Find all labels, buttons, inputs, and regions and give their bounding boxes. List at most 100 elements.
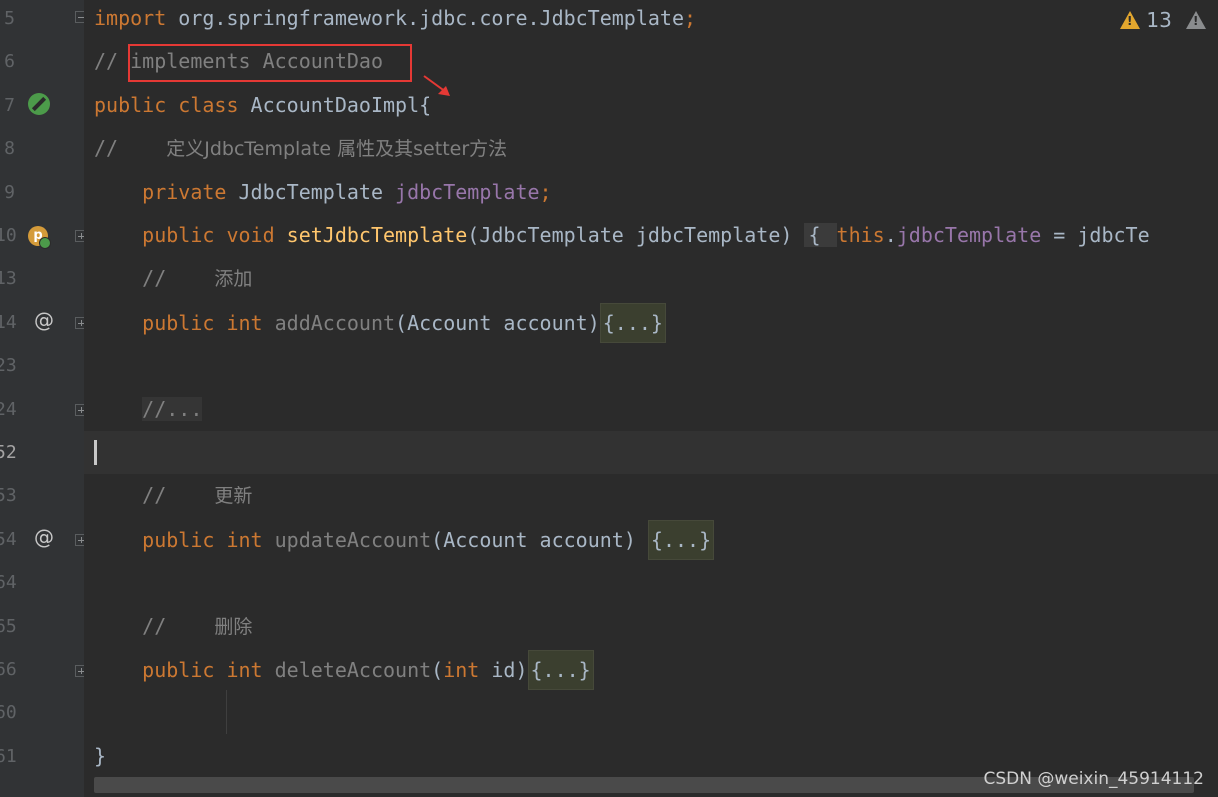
line-number[interactable]: 8 <box>0 127 15 170</box>
code-token: import <box>94 6 167 30</box>
code-token: int <box>443 658 492 682</box>
code-token: public int <box>142 310 275 335</box>
line-number[interactable]: 9 <box>0 171 15 214</box>
code-token: 更新 <box>214 485 253 508</box>
folded-code-block[interactable]: {...} <box>527 650 594 690</box>
property-injection-icon[interactable]: p <box>28 226 51 249</box>
code-token: // <box>142 613 215 638</box>
code-token: AccountDaoImpl <box>250 92 420 117</box>
code-text: // 添加 <box>94 257 252 300</box>
code-token: setJdbcTemplate <box>286 223 468 247</box>
code-line[interactable] <box>84 344 1218 387</box>
code-line[interactable]: // 添加 <box>84 257 1218 300</box>
code-line[interactable]: public int updateAccount(Account account… <box>84 518 1218 561</box>
code-line[interactable] <box>84 561 1218 604</box>
line-number[interactable]: 65 <box>0 605 17 648</box>
code-token: JdbcTemplate <box>238 179 396 204</box>
override-annotation-icon[interactable]: @ <box>34 525 54 549</box>
code-token: // <box>94 136 167 161</box>
code-line[interactable]: public int addAccount(Account account) {.… <box>84 301 1218 344</box>
line-number[interactable]: 5 <box>0 0 15 40</box>
brace-highlight: { <box>804 223 837 247</box>
code-line[interactable]: public class AccountDaoImpl{ <box>84 84 1218 127</box>
code-token: // <box>142 483 215 508</box>
text-caret <box>94 440 97 465</box>
line-number[interactable]: 23 <box>0 344 17 387</box>
code-token: public int <box>142 527 275 552</box>
warning-count: 13 <box>1146 8 1172 32</box>
code-token: ; <box>539 179 552 204</box>
code-line[interactable]: // 更新 <box>84 474 1218 517</box>
code-token: jdbcTemplate <box>395 179 540 204</box>
code-line[interactable]: //... <box>84 388 1218 431</box>
code-token: this <box>836 223 885 247</box>
code-token: deleteAccount <box>274 658 432 682</box>
override-annotation-icon[interactable]: @ <box>34 308 54 332</box>
code-token: public void <box>142 223 287 247</box>
code-text: public class AccountDaoImpl{ <box>94 84 431 127</box>
line-number[interactable]: 66 <box>0 648 17 691</box>
code-text: } <box>94 735 106 778</box>
folded-code-block[interactable]: {...} <box>599 302 666 343</box>
code-token: = jdbcTe <box>1041 223 1150 247</box>
code-token: ; <box>684 6 697 30</box>
folded-code-block[interactable]: {...} <box>647 519 715 560</box>
code-token: id) <box>491 658 528 682</box>
code-text: public int addAccount(Account account) {.… <box>94 301 666 344</box>
line-number[interactable]: 52 <box>0 431 17 474</box>
code-text: public int deleteAccount(int id) {...} <box>94 648 594 691</box>
code-text: private JdbcTemplate jdbcTemplate; <box>94 171 552 214</box>
code-text: // 删除 <box>94 605 252 648</box>
warnings-indicator[interactable]: 13 <box>1120 8 1172 32</box>
code-token: private <box>142 179 239 204</box>
code-token: public class <box>94 92 251 117</box>
weak-warnings-indicator[interactable] <box>1186 8 1206 32</box>
line-number[interactable]: 61 <box>0 735 17 778</box>
code-line[interactable] <box>84 431 1218 474</box>
code-line[interactable]: private JdbcTemplate jdbcTemplate; <box>84 171 1218 214</box>
code-token: // <box>142 266 215 291</box>
code-token: updateAccount <box>274 527 432 552</box>
line-number[interactable]: 24 <box>0 388 17 431</box>
line-number[interactable]: 14 <box>0 301 17 344</box>
line-number[interactable]: 54 <box>0 518 17 561</box>
code-token: (Account account) <box>431 527 648 552</box>
indent-guide <box>226 690 227 734</box>
code-line[interactable]: public int deleteAccount(int id) {...} <box>84 648 1218 691</box>
line-number[interactable]: 53 <box>0 474 17 517</box>
code-text: // 更新 <box>94 474 252 517</box>
folded-comment[interactable]: //... <box>142 396 203 421</box>
code-token: addAccount <box>274 310 396 335</box>
watermark: CSDN @weixin_45914112 <box>983 769 1204 789</box>
line-number[interactable]: 64 <box>0 561 17 604</box>
code-token: } <box>94 743 107 768</box>
code-line[interactable]: import org.springframework.jdbc.core.Jdb… <box>84 0 1218 40</box>
code-line[interactable] <box>84 691 1218 734</box>
code-line[interactable]: // 删除 <box>84 605 1218 648</box>
line-number[interactable]: 13 <box>0 257 17 300</box>
line-number[interactable]: 60 <box>0 691 17 734</box>
line-number-gutter: 5 6 7 8 9 10 13 14 23 24 52 53 54 64 65 66 60 61 p @ @ <box>0 0 87 797</box>
code-token: 添加 <box>214 268 253 291</box>
warning-icon <box>1120 11 1140 29</box>
line-number[interactable]: 10 <box>0 214 17 257</box>
code-line[interactable]: public void setJdbcTemplate(JdbcTemplate… <box>84 214 1218 257</box>
annotation-arrow-icon <box>423 75 450 96</box>
code-text: // 定义JdbcTemplate 属性及其setter方法 <box>94 127 507 170</box>
code-token: org.springframework.jdbc.core.JdbcTempla… <box>166 6 685 30</box>
line-number[interactable]: 6 <box>0 40 15 83</box>
code-line[interactable]: // 定义JdbcTemplate 属性及其setter方法 <box>84 127 1218 170</box>
spring-bean-icon[interactable] <box>28 93 50 115</box>
code-text: public int updateAccount(Account account… <box>94 518 715 561</box>
line-number[interactable]: 7 <box>0 84 15 127</box>
code-editor[interactable]: import org.springframework.jdbc.core.Jdb… <box>84 0 1218 797</box>
code-token: ( <box>431 658 444 682</box>
code-token: . <box>884 223 897 247</box>
